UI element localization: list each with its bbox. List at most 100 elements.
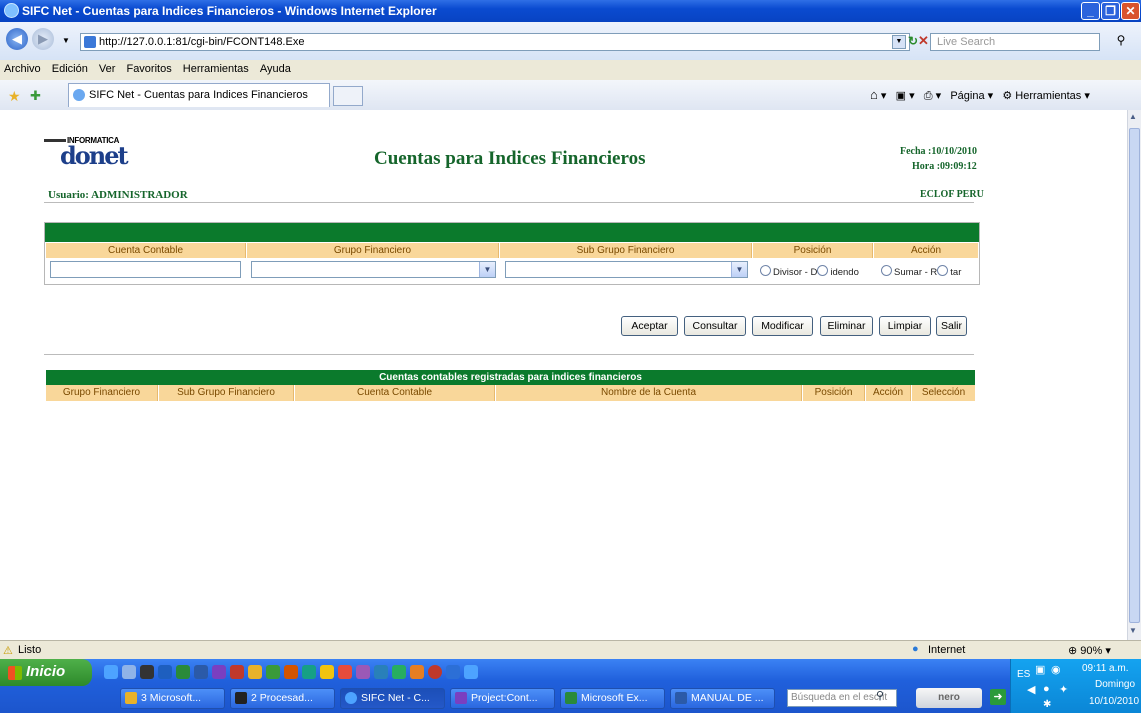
app6-quicklaunch-icon[interactable] [320, 665, 334, 679]
taskbar-microsoft[interactable]: 3 Microsoft... [120, 688, 225, 709]
desktop-search-icon[interactable]: ⚲ [876, 689, 884, 702]
stop-icon[interactable]: ✕ [918, 33, 929, 49]
project-quicklaunch-icon[interactable] [212, 665, 226, 679]
cuenta-contable-input[interactable] [50, 261, 241, 278]
grupo-financiero-select[interactable]: ▼ [251, 261, 496, 278]
menu-ver[interactable]: Ver [95, 60, 120, 78]
globe-icon: ● [912, 643, 919, 655]
scroll-up-icon[interactable]: ▲ [1129, 112, 1137, 121]
salir-button[interactable]: Salir [936, 316, 967, 336]
vertical-scrollbar[interactable]: ▲ ▼ [1127, 110, 1141, 640]
page-title: Cuentas para Indices Financieros [374, 148, 646, 169]
zoom-level[interactable]: ⊕ 90% ▾ [1068, 644, 1111, 657]
back-icon[interactable]: ◀ [6, 28, 28, 50]
tab-sifc[interactable]: SIFC Net - Cuentas para Indices Financie… [68, 83, 330, 107]
home-icon[interactable]: ⌂ [870, 87, 878, 102]
start-label: Inicio [26, 663, 66, 680]
radio-restar[interactable] [937, 265, 949, 276]
go-arrow-icon[interactable]: ➜ [990, 689, 1006, 705]
taskbar-manual[interactable]: MANUAL DE ... [670, 688, 775, 709]
app14-quicklaunch-icon[interactable] [464, 665, 478, 679]
radio-divisor[interactable] [760, 265, 771, 276]
add-favorite-icon[interactable]: ✚ [30, 88, 41, 104]
window-title-bar[interactable]: SIFC Net - Cuentas para Indices Financie… [0, 0, 1141, 22]
ie-quicklaunch-icon[interactable] [104, 665, 118, 679]
excel-icon [565, 692, 577, 704]
vb-quicklaunch-icon[interactable] [158, 665, 172, 679]
radio-dividendo[interactable] [817, 265, 829, 276]
app11-quicklaunch-icon[interactable] [410, 665, 424, 679]
page-menu[interactable]: Página ▾ [950, 90, 993, 102]
app2-quicklaunch-icon[interactable] [248, 665, 262, 679]
close-window-button[interactable]: ✕ [1121, 2, 1140, 20]
posicion-radio-group[interactable]: Divisor - D idendo [760, 265, 859, 278]
app4-quicklaunch-icon[interactable] [284, 665, 298, 679]
radio-sumar[interactable] [881, 265, 892, 276]
msn-icon[interactable]: ✦ [1059, 683, 1068, 696]
taskbar-sifc[interactable]: SIFC Net - C... [340, 688, 445, 709]
minimize-button[interactable]: _ [1081, 2, 1100, 20]
cmd-quicklaunch-icon[interactable] [140, 665, 154, 679]
sub-grupo-financiero-select[interactable]: ▼ [505, 261, 748, 278]
fecha-label: Fecha : [900, 146, 932, 157]
menu-edicion[interactable]: Edición [48, 60, 92, 78]
bluetooth-icon[interactable]: ✱ [1043, 699, 1051, 710]
history-dropdown-icon[interactable]: ▼ [62, 36, 70, 45]
menu-archivo[interactable]: Archivo [0, 60, 45, 78]
scroll-thumb[interactable] [1129, 128, 1140, 623]
app7-quicklaunch-icon[interactable] [338, 665, 352, 679]
taskbar-project[interactable]: Project:Cont... [450, 688, 555, 709]
nero-search[interactable]: nero [916, 688, 982, 708]
menu-ayuda[interactable]: Ayuda [256, 60, 295, 78]
window-title: SIFC Net - Cuentas para Indices Financie… [22, 4, 437, 18]
word-quicklaunch-icon[interactable] [194, 665, 208, 679]
limpiar-button[interactable]: Limpiar [879, 316, 931, 336]
aceptar-button[interactable]: Aceptar [621, 316, 678, 336]
header-divider [44, 202, 974, 203]
language-indicator[interactable]: ES [1017, 669, 1030, 680]
app9-quicklaunch-icon[interactable] [374, 665, 388, 679]
fecha-value: 10/10/2010 [931, 146, 977, 157]
address-dropdown-icon[interactable]: ▼ [892, 35, 906, 49]
favorites-star-icon[interactable]: ★ [8, 88, 21, 105]
excel-quicklaunch-icon[interactable] [176, 665, 190, 679]
tray-arrow-icon[interactable]: ◀ [1027, 683, 1035, 696]
network-icon[interactable]: ▣ [1035, 663, 1045, 676]
app13-quicklaunch-icon[interactable] [446, 665, 460, 679]
clock-time[interactable]: 09:11 a.m. [1082, 663, 1129, 674]
taskbar-excel[interactable]: Microsoft Ex... [560, 688, 665, 709]
taskbar-procesad[interactable]: 2 Procesad... [230, 688, 335, 709]
tray-app-icon[interactable]: ● [1043, 683, 1050, 695]
print-icon[interactable]: ⎙ [924, 90, 933, 102]
search-icon[interactable]: ⚲ [1112, 33, 1130, 51]
maximize-button[interactable]: ❐ [1101, 2, 1120, 20]
forward-icon[interactable]: ▶ [32, 28, 54, 50]
menu-herramientas[interactable]: Herramientas [179, 60, 253, 78]
system-tray: ES ▣ ◉ ◀ ● ✦ ✱ 09:11 a.m. Domingo 10/10/… [1010, 659, 1141, 713]
status-bar: ⚠ Listo ● Internet ⊕ 90% ▾ [0, 640, 1141, 660]
tools-menu[interactable]: ⚙ Herramientas ▾ [1002, 90, 1090, 102]
eliminar-button[interactable]: Eliminar [820, 316, 873, 336]
feeds-icon[interactable]: ▣ [896, 90, 906, 102]
hora-value: 09:09:12 [940, 161, 977, 172]
live-search-input[interactable]: Live Search [930, 33, 1100, 51]
scroll-down-icon[interactable]: ▼ [1129, 626, 1137, 635]
address-input[interactable]: http://127.0.0.1:81/cgi-bin/FCONT148.Exe [80, 33, 910, 51]
menu-favoritos[interactable]: Favoritos [122, 60, 175, 78]
app8-quicklaunch-icon[interactable] [356, 665, 370, 679]
volume-icon[interactable]: ◉ [1051, 663, 1061, 676]
hora-info: Hora :09:09:12 [912, 161, 977, 172]
refresh-icon[interactable]: ↻ [908, 34, 918, 48]
app5-quicklaunch-icon[interactable] [302, 665, 316, 679]
app10-quicklaunch-icon[interactable] [392, 665, 406, 679]
new-tab-button[interactable] [333, 86, 363, 106]
accion-radio-group[interactable]: Sumar - R tar [881, 265, 961, 278]
consultar-button[interactable]: Consultar [684, 316, 746, 336]
app12-quicklaunch-icon[interactable] [428, 665, 442, 679]
app-quicklaunch-icon[interactable] [230, 665, 244, 679]
outlook-quicklaunch-icon[interactable] [122, 665, 136, 679]
accion-text: Sumar - R [894, 267, 938, 278]
modificar-button[interactable]: Modificar [752, 316, 813, 336]
posicion-text-2: idendo [830, 267, 859, 278]
app3-quicklaunch-icon[interactable] [266, 665, 280, 679]
